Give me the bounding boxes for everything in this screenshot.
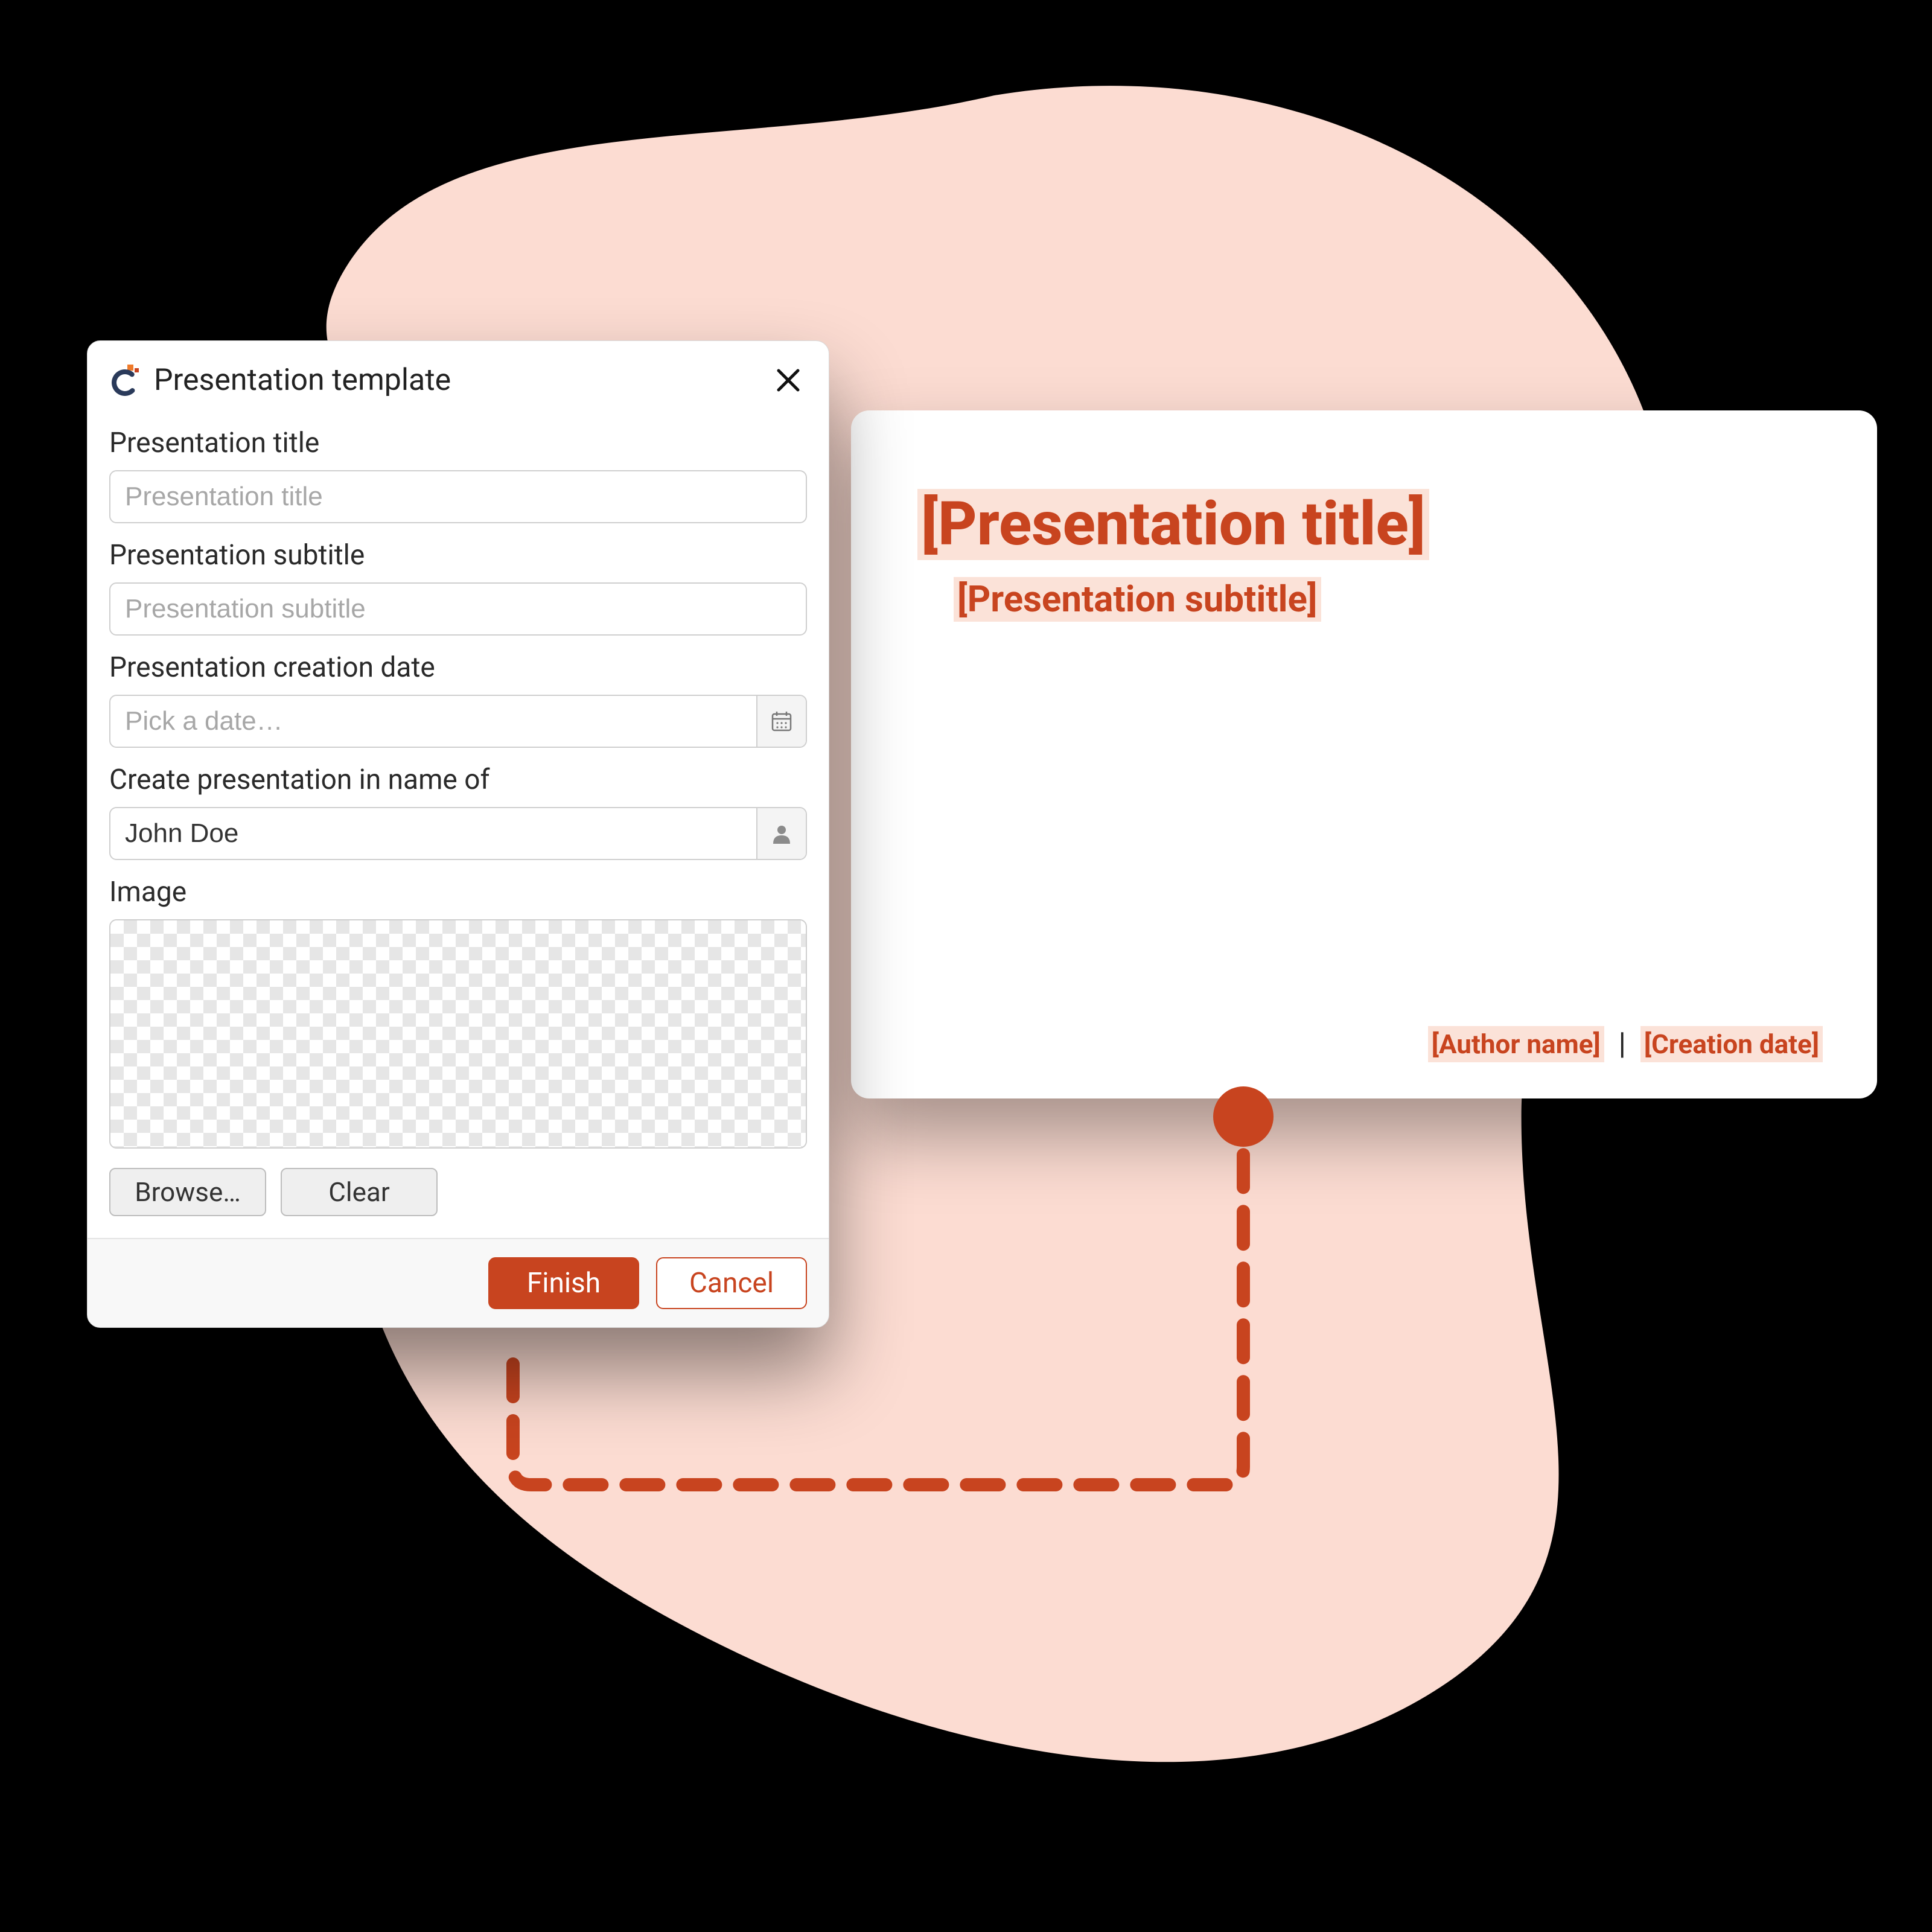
author-field	[109, 807, 807, 860]
date-input[interactable]	[110, 696, 756, 747]
clear-button[interactable]: Clear	[281, 1168, 438, 1216]
title-label: Presentation title	[109, 427, 807, 459]
date-field	[109, 695, 807, 748]
date-label: Presentation creation date	[109, 651, 807, 684]
slide-subtitle-placeholder: [Presentation subtitle]	[954, 577, 1321, 622]
slide-author-text: Author name	[1439, 1028, 1593, 1060]
slide-date-placeholder: [Creation date]	[1640, 1026, 1823, 1062]
slide-footer: [Author name] | [Creation date]	[1428, 1026, 1823, 1062]
slide-title-text: Presentation title	[938, 489, 1409, 560]
cancel-button[interactable]: Cancel	[656, 1257, 807, 1309]
subtitle-label: Presentation subtitle	[109, 539, 807, 572]
dialog-body: Presentation title Presentation subtitle…	[88, 416, 829, 1238]
author-picker-button[interactable]	[756, 808, 806, 859]
dialog-header: Presentation template	[88, 341, 829, 416]
slide-date-text: Creation date	[1651, 1028, 1812, 1060]
image-label: Image	[109, 876, 807, 908]
person-icon	[770, 822, 793, 845]
close-button[interactable]	[772, 364, 805, 397]
image-dropzone[interactable]	[109, 919, 807, 1149]
author-label: Create presentation in name of	[109, 764, 807, 796]
title-input[interactable]	[109, 470, 807, 523]
close-icon	[775, 367, 802, 394]
calendar-icon	[770, 709, 794, 733]
date-picker-button[interactable]	[756, 696, 806, 747]
slide-author-placeholder: [Author name]	[1428, 1026, 1604, 1062]
author-input[interactable]	[110, 808, 756, 859]
subtitle-input[interactable]	[109, 582, 807, 636]
browse-button[interactable]: Browse…	[109, 1168, 266, 1216]
slide-subtitle-text: Presentation subtitle	[968, 578, 1307, 620]
slide-preview: [Presentation title] [Presentation subti…	[851, 410, 1877, 1098]
app-logo-icon	[109, 365, 141, 396]
slide-title-placeholder: [Presentation title]	[917, 489, 1429, 560]
finish-button[interactable]: Finish	[488, 1257, 639, 1309]
presentation-template-dialog: Presentation template Presentation title…	[87, 340, 829, 1328]
dialog-footer: Finish Cancel	[88, 1238, 829, 1327]
dialog-title: Presentation template	[154, 363, 759, 398]
slide-footer-separator: |	[1619, 1027, 1626, 1062]
